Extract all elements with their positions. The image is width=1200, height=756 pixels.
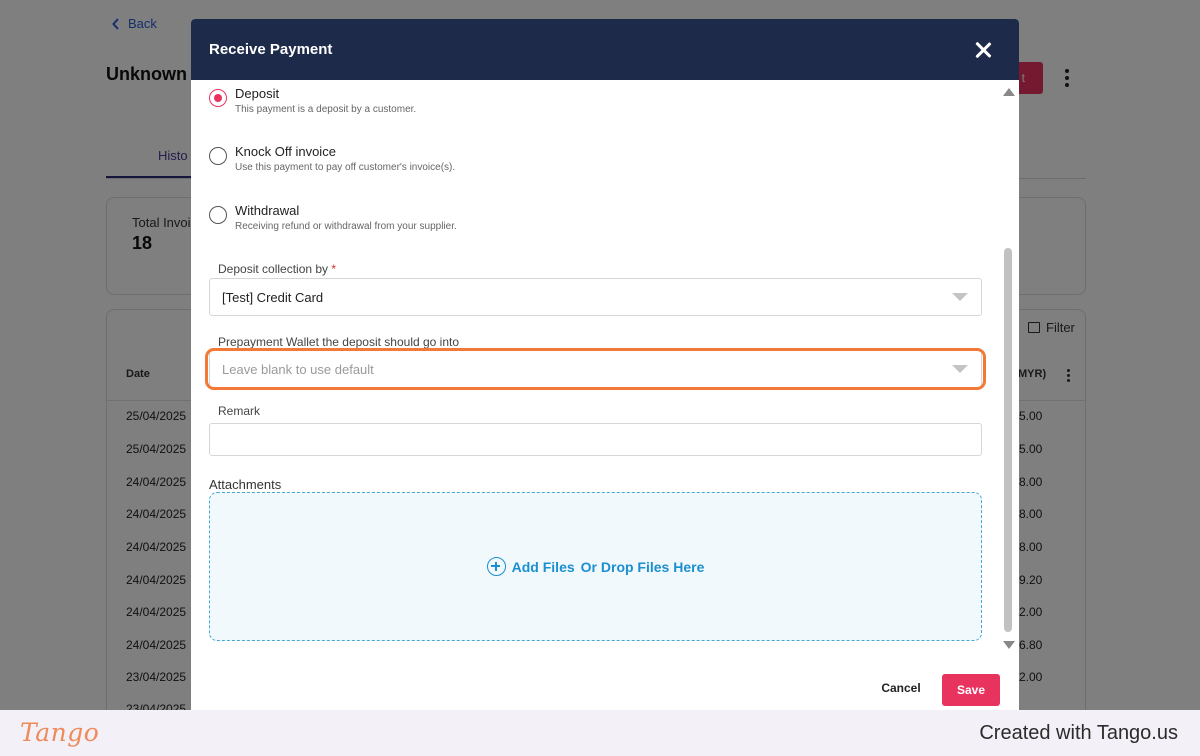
tango-credit: Created with Tango.us xyxy=(979,722,1178,744)
add-circle-icon xyxy=(486,557,506,576)
cancel-button[interactable]: Cancel xyxy=(865,672,937,704)
add-files-link[interactable]: Add Files xyxy=(512,559,575,575)
receive-payment-dialog: Receive Payment Deposit This payment is … xyxy=(191,19,1019,710)
close-icon[interactable] xyxy=(975,42,991,58)
file-dropzone[interactable]: Add Files Or Drop Files Here xyxy=(209,492,982,641)
required-mark: * xyxy=(331,262,337,276)
remark-input[interactable] xyxy=(209,423,982,456)
scroll-up-arrow-icon[interactable] xyxy=(1003,88,1015,96)
chevron-down-icon xyxy=(952,365,968,373)
remark-label: Remark xyxy=(218,404,261,418)
radio-deposit[interactable] xyxy=(209,89,227,107)
deposit-collection-select[interactable]: [Test] Credit Card xyxy=(209,278,982,316)
attachments-label: Attachments xyxy=(209,477,282,492)
radio-label: Knock Off invoice xyxy=(235,144,336,159)
prepayment-wallet-placeholder: Leave blank to use default xyxy=(222,361,374,377)
prepayment-wallet-select[interactable]: Leave blank to use default xyxy=(209,350,982,388)
radio-withdrawal[interactable] xyxy=(209,206,227,224)
payment-type-deposit[interactable]: Deposit This payment is a deposit by a c… xyxy=(209,86,416,115)
scroll-down-arrow-icon[interactable] xyxy=(1003,641,1015,649)
dialog-body: Deposit This payment is a deposit by a c… xyxy=(191,80,1019,660)
deposit-collection-label: Deposit collection by * xyxy=(218,262,337,276)
dialog-scrollbar[interactable] xyxy=(1001,80,1015,660)
radio-description: Receiving refund or withdrawal from your… xyxy=(235,221,457,232)
radio-description: Use this payment to pay off customer's i… xyxy=(235,162,456,173)
dialog-title: Receive Payment xyxy=(209,41,333,58)
radio-label: Withdrawal xyxy=(235,203,300,218)
save-button[interactable]: Save xyxy=(942,674,1000,706)
payment-type-knock-off[interactable]: Knock Off invoice Use this payment to pa… xyxy=(209,144,455,173)
tango-logo: Tango xyxy=(20,718,100,747)
drop-files-text: Or Drop Files Here xyxy=(580,558,705,575)
prepayment-wallet-label: Prepayment Wallet the deposit should go … xyxy=(218,335,460,349)
radio-label: Deposit xyxy=(235,86,280,101)
payment-type-withdrawal[interactable]: Withdrawal Receiving refund or withdrawa… xyxy=(209,203,457,232)
radio-knock-off[interactable] xyxy=(209,147,227,165)
dialog-footer: Cancel Save xyxy=(191,672,1019,706)
dialog-header: Receive Payment xyxy=(191,19,1019,80)
scroll-thumb[interactable] xyxy=(1004,248,1012,632)
tango-footer: Tango Created with Tango.us xyxy=(0,710,1200,756)
deposit-collection-value: [Test] Credit Card xyxy=(222,289,324,305)
chevron-down-icon xyxy=(952,293,968,301)
radio-description: This payment is a deposit by a customer. xyxy=(235,104,417,115)
